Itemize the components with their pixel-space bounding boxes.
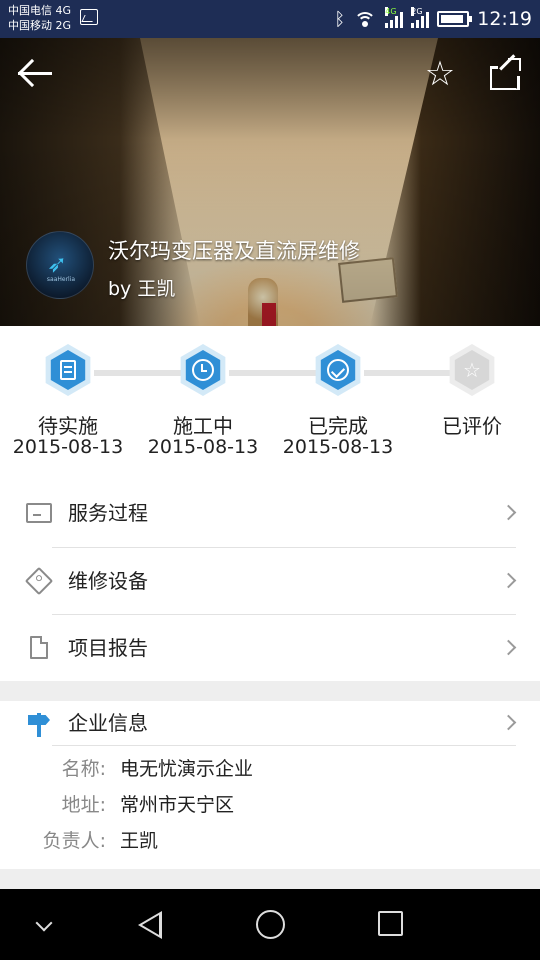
share-icon[interactable] — [486, 54, 526, 92]
chevron-right-icon — [500, 504, 517, 521]
process-icon — [26, 501, 52, 525]
field-value: 常州市天宁区 — [120, 794, 235, 816]
avatar-caption: saaHerlia — [46, 276, 76, 283]
menu-item-label: 项目报告 — [68, 636, 148, 660]
menu-item-project-report[interactable]: 项目报告 — [0, 614, 540, 682]
wifi-icon — [353, 10, 377, 28]
star-outline-icon[interactable]: ☆ — [418, 54, 462, 94]
net-type-2: 2G — [411, 7, 423, 16]
menu-item-repair-equipment[interactable]: 维修设备 — [0, 547, 540, 615]
document-icon — [45, 344, 91, 396]
company-info-title: 企业信息 — [68, 711, 148, 735]
tag-icon — [24, 566, 54, 596]
company-name-row: 名称: 电无忧演示企业 — [0, 751, 540, 787]
company-info-card: 企业信息 名称: 电无忧演示企业 地址: 常州市天宁区 负责人: 王凯 — [0, 701, 540, 869]
field-value: 电无忧演示企业 — [120, 758, 254, 780]
image-notification-icon — [80, 9, 98, 25]
signpost-icon — [28, 713, 50, 737]
status-icons: ᛒ 4G 2G 12:19 — [334, 0, 532, 38]
back-arrow-icon[interactable] — [14, 58, 56, 90]
nav-home-icon[interactable] — [256, 910, 285, 939]
system-nav-bar — [0, 889, 540, 960]
project-title: 沃尔玛变压器及直流屏维修 — [108, 239, 360, 263]
step-label: 施工中 — [173, 414, 233, 438]
step-label: 已完成 — [308, 414, 368, 438]
field-key: 名称: — [61, 758, 106, 780]
sagittarius-icon: ➶ — [47, 250, 68, 278]
battery-icon — [437, 11, 473, 27]
chevron-right-icon — [500, 714, 517, 731]
menu-item-label: 维修设备 — [68, 569, 148, 593]
menu-item-label: 服务过程 — [68, 501, 148, 525]
menu-item-service-process[interactable]: 服务过程 — [0, 479, 540, 547]
carrier-1: 中国电信 4G — [8, 4, 72, 17]
step-label: 已评价 — [442, 414, 502, 438]
field-key: 负责人: — [42, 830, 106, 852]
step-date: 2015-08-13 — [12, 436, 124, 458]
step-date: 2015-08-13 — [282, 436, 394, 458]
hero-banner: ☆ ➶ saaHerlia 沃尔玛变压器及直流屏维修 by 王凯 — [0, 38, 540, 326]
divider — [52, 745, 516, 746]
status-bar: 中国电信 4G 中国移动 2G ᛒ 4G 2G 12:19 — [0, 0, 540, 38]
signal-2g-icon: 2G — [411, 7, 430, 28]
detail-menu: 服务过程 维修设备 项目报告 — [0, 475, 540, 681]
avatar[interactable]: ➶ saaHerlia — [26, 231, 94, 299]
carrier-2: 中国移动 2G — [8, 19, 72, 32]
clock-icon — [180, 344, 226, 396]
nav-recents-icon[interactable] — [378, 911, 403, 936]
net-type-1: 4G — [385, 7, 397, 16]
company-manager-row: 负责人: 王凯 — [0, 823, 540, 859]
company-info-header[interactable]: 企业信息 — [0, 701, 540, 745]
field-key: 地址: — [61, 794, 106, 816]
progress-steps: 待实施 2015-08-13 施工中 2015-08-13 已完成 2015-0… — [0, 326, 540, 475]
check-circle-icon — [315, 344, 361, 396]
chevron-down-icon[interactable] — [35, 914, 53, 932]
company-address-row: 地址: 常州市天宁区 — [0, 787, 540, 823]
field-value: 王凯 — [120, 830, 159, 852]
signal-4g-icon: 4G — [385, 7, 404, 28]
step-label: 待实施 — [38, 414, 98, 438]
file-icon — [26, 636, 52, 660]
star-icon: ☆ — [449, 344, 495, 396]
project-author: by 王凯 — [108, 278, 176, 300]
bluetooth-icon: ᛒ — [334, 8, 346, 30]
step-date: 2015-08-13 — [147, 436, 259, 458]
nav-back-icon[interactable] — [138, 911, 164, 939]
chevron-right-icon — [500, 572, 517, 589]
clock-time: 12:19 — [477, 8, 532, 30]
carrier-info: 中国电信 4G 中国移动 2G — [8, 3, 71, 33]
chevron-right-icon — [500, 639, 517, 656]
